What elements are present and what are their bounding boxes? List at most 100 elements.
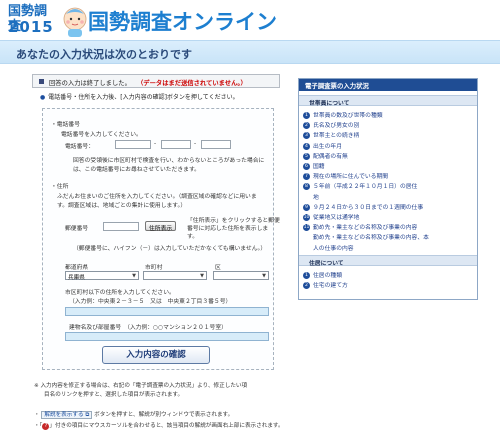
sidebar-item[interactable]: 2 住宅の建て方 [303,280,348,290]
item-number-icon: 8 [303,183,310,191]
item-number-icon: 5 [303,152,310,160]
ward-select[interactable] [213,271,269,280]
footer-note-2: 目名のリンクを押すと、選択した項目が表示されます。 [44,392,184,398]
panel-title: 電子調査票の入力状況 [299,79,477,91]
phone-field-3[interactable] [201,140,231,149]
footer-note-1: ※ 入力内容を修正する場合は、右記の「電子調査票の入力状況」より、修正したい項 [34,383,248,389]
section-housing: 住居について [299,255,477,267]
sidebar-item[interactable]: 7 現在の場所に住んでいる期間 [303,171,389,181]
status-banner: あなたの入力状況は次のとおりです [0,40,500,64]
baby-mascot-icon [63,7,87,37]
sidebar-item[interactable]: 2 氏名及び男女の別 [303,120,360,130]
address-prompt-1: ふだんお住まいのご住所を入力してください。（調査区域の確認などに用いま [57,194,257,200]
sidebar-item-label: 勤め先・業主などの名称及び事業の内容、本 [313,235,429,242]
sidebar-item[interactable]: 11 勤め先・業主などの名称及び事業の内容 [303,222,418,232]
phone-section-label: ・電話番号 [51,122,80,128]
input-status-panel: 電子調査票の入力状況 世帯員について 1 世帯員の数及び世帯の種類 2 氏名及び男女の… [298,78,478,300]
postal-code-label: 郵便番号 [65,226,89,232]
item-number-icon: 11 [303,224,310,232]
street-address-field[interactable] [65,307,269,316]
address-below-prompt: 市区町村以下の住所を入力してください。 [65,290,175,296]
main-content: 回答の入力は終了しました。 （データはまだ送信されていません。） ● 電話番号・住… [32,74,280,414]
city-label: 市町村 [145,265,163,271]
sidebar-item-label: 地 [313,194,319,201]
address-section-label: ・住所 [51,184,69,190]
sidebar-item[interactable]: 3 世帯主との続き柄 [303,130,360,140]
phone-prompt: 電話番号を入力してください。 [61,132,142,138]
sidebar-item[interactable]: 1 世帯員の数及び世帯の種類 [303,110,383,119]
address-prompt-2: す。調査区域は、地域ごとの集計に使用します。） [57,203,187,209]
instruction-text: 電話番号・住所を入力後、[入力内容の確認]ボタンを押してください。 [48,94,239,101]
lookup-note-3: す。 [187,234,199,240]
item-number-icon: 2 [303,282,310,290]
sidebar-item-label: 氏名及び男女の別 [313,123,360,130]
phone-field-label: 電話番号： [65,144,94,150]
sidebar-item-label: ９月２４日から３０日までの１週間の仕事 [313,204,424,211]
notice-warning-text: （データはまだ送信されていません。） [137,80,247,87]
prefecture-select[interactable]: 兵庫県 [65,271,139,281]
red-text: 付きの項目にマウスカーソルを合わせると、該当項目の解説が画面右上部に表示されます… [55,423,284,429]
sidebar-item[interactable]: 地 [303,192,319,201]
item-number-icon: 1 [303,112,310,119]
sidebar-item[interactable]: 4 出生の年月 [303,141,342,150]
external-window-icon: ⧉ [85,412,90,418]
sidebar-item-label: 出生の年月 [313,143,342,150]
ward-label: 区 [215,265,221,271]
sidebar-item-label: 住居の種類 [313,273,342,279]
item-number-icon: 4 [303,142,310,150]
item-number-icon: 10 [303,214,310,221]
sidebar-item[interactable]: 8 ５年前（平成２２年１０月１日）の居住 [303,181,418,191]
sidebar-item[interactable]: 勤め先・業主などの名称及び事業の内容、本 [303,232,429,241]
help-text: ボタンを押すと、解説が別ウィンドウで表示されます。 [94,412,234,418]
phone-field-1[interactable] [115,140,151,149]
sidebar-item-label: 世帯主との続き柄 [313,133,360,140]
postal-hint: （郵便番号に、ハイフン（－）は入力していただかなくても構いません。） [73,246,267,252]
show-help-button[interactable]: 解説を表示する ⧉ [41,411,93,419]
building-label: 建物名及び部屋番号 （入力例：○○マンション２０１号室） [69,325,227,331]
sidebar-item[interactable]: 9 ９月２４日から３０日までの１週間の仕事 [303,202,423,211]
section-household-members: 世帯員について [299,95,477,107]
sidebar-item[interactable]: 人の仕事の内容 [303,243,354,252]
address-lookup-button[interactable]: 住所表示 [145,221,177,232]
prefecture-label: 都道府県 [65,265,89,271]
bullet-icon: ● [40,94,46,101]
footer-help-line: ・ 解説を表示する ⧉ ボタンを押すと、解説が別ウィンドウで表示されます。 [34,411,234,419]
sidebar-item[interactable]: 1 住居の種類 [303,270,342,279]
notice-done-text: 回答の入力は終了しました。 [49,80,131,87]
sidebar-item[interactable]: 5 配偶者の有無 [303,151,348,160]
sidebar-item-label: 現在の場所に住んでいる期間 [313,174,389,181]
sidebar-item-label: 勤め先・業主などの名称及び事業の内容 [313,225,418,232]
logo-line2: 2015 [8,18,54,36]
sidebar-item-label: ５年前（平成２２年１０月１日）の居住 [313,184,418,191]
sidebar-item-label: 住宅の建て方 [313,283,348,290]
completion-notice: 回答の入力は終了しました。 （データはまだ送信されていません。） [32,74,280,88]
phone-field-2[interactable] [161,140,191,149]
banner-text: あなたの入力状況は次のとおりです [16,48,192,61]
lookup-note-2: 番号に対応した住所を表示しま [187,226,269,232]
item-number-icon: 6 [303,163,310,170]
phone-note-2: は、この電話番号にお尋ねさせていただきます。 [73,167,200,173]
sidebar-item[interactable]: 10 従業地又は通学地 [303,212,359,221]
sidebar-item-label: 人の仕事の内容 [313,245,354,252]
contact-form: ・電話番号 電話番号を入力してください。 電話番号： - - 回答の受領後に市区… [42,108,280,370]
square-bullet-icon [39,79,44,84]
item-number-icon: 3 [303,132,310,140]
sidebar-item-label: 配偶者の有無 [313,153,348,160]
phone-note-1: 回答の受領後に市区町村で検査を行い、わからないところがあった場合に [73,158,265,164]
postal-code-field[interactable] [103,222,139,231]
site-title: 国勢調査オンライン [88,10,277,34]
item-number-icon: 7 [303,173,310,181]
prefecture-value: 兵庫県 [68,275,85,281]
sidebar-item[interactable]: 6 国籍 [303,161,325,170]
building-field[interactable] [65,332,269,341]
footer-red-line: ・「? 」付きの項目にマウスカーソルを合わせると、該当項目の解説が画面右上部に表示… [34,423,284,430]
sidebar-item-label: 世帯員の数及び世帯の種類 [313,113,383,119]
sidebar-item-label: 国籍 [313,164,325,170]
item-number-icon: 9 [303,203,310,211]
instruction: ● 電話番号・住所を入力後、[入力内容の確認]ボタンを押してください。 [40,92,239,101]
city-select[interactable] [143,271,207,280]
item-number-icon: 2 [303,122,310,130]
sidebar-item-label: 従業地又は通学地 [313,215,360,221]
confirm-button[interactable]: 入力内容の確認 [102,346,210,364]
address-example: （入力例：中央東２－３－５ 又は 中央東２丁目３番５号） [69,299,232,305]
